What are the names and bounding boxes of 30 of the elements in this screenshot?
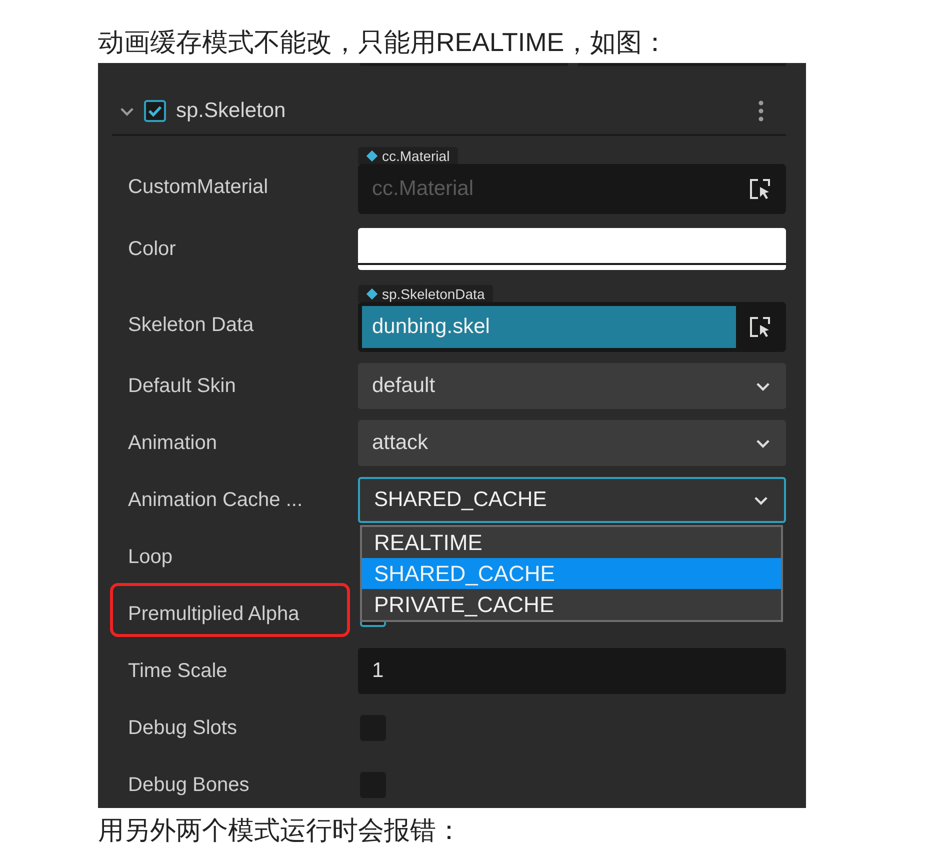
- type-tag: cc.Material: [358, 147, 458, 164]
- type-tag: sp.SkeletonData: [358, 285, 493, 302]
- dropdown-option[interactable]: PRIVATE_CACHE: [362, 589, 781, 620]
- property-label: Time Scale: [128, 660, 228, 682]
- intro-paragraph: 动画缓存模式不能改，只能用REALTIME，如图：: [98, 26, 668, 59]
- property-label: Debug Bones: [128, 774, 250, 796]
- property-label: Loop: [128, 546, 172, 568]
- more-icon[interactable]: [758, 99, 764, 123]
- property-label: CustomMaterial: [128, 176, 268, 198]
- picker-icon[interactable]: [748, 315, 772, 339]
- property-label: Premultiplied Alpha: [128, 602, 300, 624]
- asset-value: dunbing.skel: [362, 306, 736, 348]
- select-field[interactable]: SHARED_CACHE: [358, 477, 786, 523]
- property-label: Debug Slots: [128, 716, 237, 738]
- select-field[interactable]: default: [358, 363, 786, 409]
- picker-icon[interactable]: [748, 177, 772, 201]
- asset-field[interactable]: dunbing.skel: [358, 302, 786, 352]
- property-label: Default Skin: [128, 374, 236, 396]
- dropdown-option[interactable]: REALTIME: [362, 527, 781, 558]
- property-label: Animation Cache ...: [128, 488, 303, 510]
- asset-placeholder: cc.Material: [371, 177, 475, 201]
- property-label: Animation: [128, 432, 217, 454]
- property-label: Skeleton Data: [128, 314, 254, 336]
- enable-checkbox[interactable]: [144, 100, 166, 122]
- component-title: sp.Skeleton: [176, 99, 286, 123]
- outro-paragraph: 用另外两个模式运行时会报错：: [98, 814, 462, 846]
- property-label: Color: [128, 238, 176, 260]
- select-field[interactable]: attack: [358, 420, 786, 466]
- color-field[interactable]: [358, 228, 786, 270]
- number-field[interactable]: 1: [358, 648, 786, 694]
